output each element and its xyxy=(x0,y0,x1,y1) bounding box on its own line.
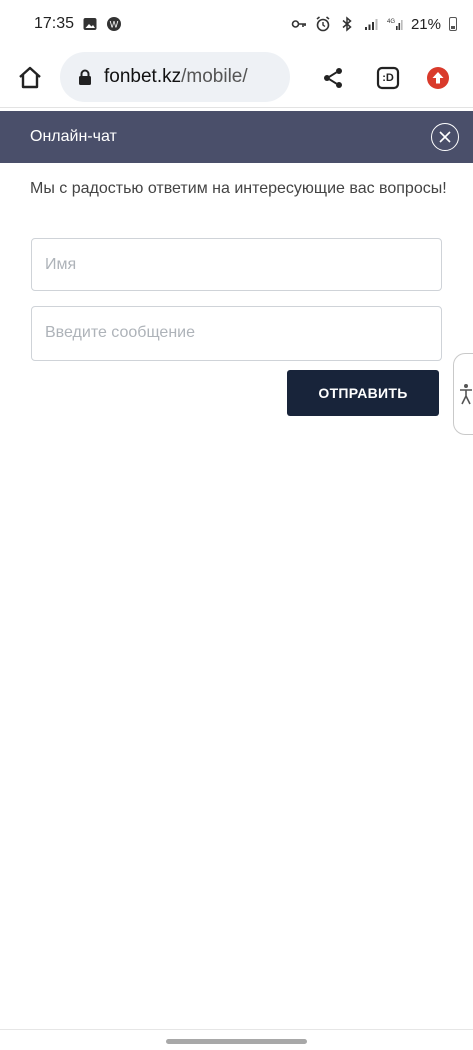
name-input[interactable] xyxy=(31,238,442,291)
gesture-handle[interactable] xyxy=(166,1039,307,1044)
tabs-label: :D xyxy=(382,72,394,84)
status-left: 17:35 W xyxy=(34,15,122,33)
app-badge-icon: W xyxy=(106,16,122,32)
address-bar[interactable]: fonbet.kz/mobile/ xyxy=(60,52,290,102)
lock-icon xyxy=(79,69,91,85)
share-button[interactable] xyxy=(317,62,349,94)
home-icon xyxy=(19,66,41,89)
update-button[interactable] xyxy=(422,62,454,94)
image-icon xyxy=(82,16,98,32)
url-text: fonbet.kz/mobile/ xyxy=(104,66,248,88)
svg-text:4G: 4G xyxy=(387,19,395,25)
accessibility-icon xyxy=(459,384,472,405)
send-button[interactable]: ОТПРАВИТЬ xyxy=(287,370,439,416)
close-chat-button[interactable] xyxy=(431,123,459,151)
bluetooth-icon xyxy=(339,16,355,32)
key-icon xyxy=(291,16,307,32)
update-icon xyxy=(427,67,449,89)
url-path: /mobile/ xyxy=(181,66,248,87)
accessibility-tab[interactable] xyxy=(453,353,473,435)
chat-header: Онлайн-чат xyxy=(0,111,473,163)
home-button[interactable] xyxy=(14,62,46,94)
share-icon xyxy=(324,68,342,88)
chat-intro-text: Мы с радостью ответим на интересующие ва… xyxy=(30,180,447,197)
status-bar: 17:35 W 4G 21% xyxy=(0,0,473,48)
tabs-button[interactable]: :D xyxy=(372,62,404,94)
nav-divider xyxy=(0,1029,473,1030)
signal-icon xyxy=(363,16,379,32)
4g-signal-icon: 4G xyxy=(387,16,403,32)
message-input[interactable] xyxy=(31,306,442,361)
browser-toolbar: fonbet.kz/mobile/ :D xyxy=(0,48,473,108)
battery-icon xyxy=(449,17,457,31)
status-right: 4G 21% xyxy=(291,16,457,33)
url-domain: fonbet.kz xyxy=(104,66,182,87)
alarm-icon xyxy=(315,16,331,32)
svg-text:W: W xyxy=(110,20,119,30)
chat-title: Онлайн-чат xyxy=(30,128,117,145)
status-time: 17:35 xyxy=(34,15,75,32)
close-icon xyxy=(439,131,451,143)
battery-percent: 21% xyxy=(410,15,441,33)
